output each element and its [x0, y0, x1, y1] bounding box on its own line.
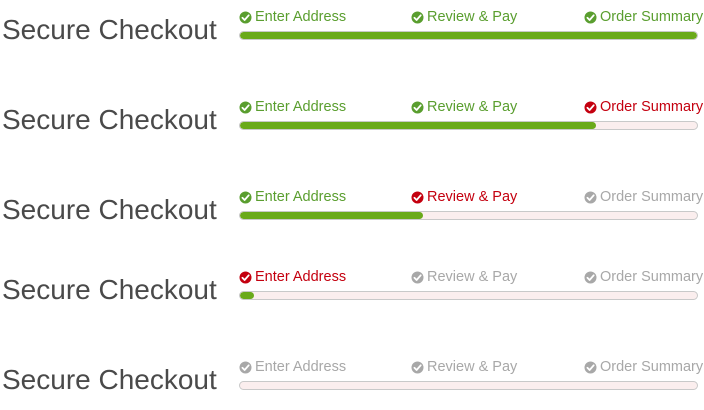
step-label: Review & Pay [427, 359, 518, 375]
step-enter-address: Enter Address [239, 359, 346, 375]
step-order-summary: Order Summary [584, 9, 703, 25]
step-label: Order Summary [600, 359, 704, 375]
step-enter-address: Enter Address [239, 269, 346, 285]
step-label: Enter Address [255, 359, 347, 375]
check-circle-icon [239, 271, 252, 284]
step-label: Enter Address [255, 269, 347, 285]
progress-fill [240, 32, 697, 39]
step-enter-address: Enter Address [239, 99, 346, 115]
check-circle-icon [584, 11, 597, 24]
checkout-progress-variant-1: Secure Checkout Enter Address Review & P… [0, 0, 704, 60]
check-circle-icon [411, 11, 424, 24]
progress-track [239, 381, 698, 390]
step-review-pay: Review & Pay [411, 99, 517, 115]
checkout-progress-variant-3: Secure Checkout Enter Address Review & P… [0, 180, 704, 240]
check-circle-icon [411, 271, 424, 284]
progress-track [239, 121, 698, 130]
step-label: Enter Address [255, 99, 347, 115]
progress-fill [240, 122, 597, 129]
check-circle-icon [584, 271, 597, 284]
step-label: Order Summary [600, 99, 704, 115]
step-label: Review & Pay [427, 99, 518, 115]
check-circle-icon [584, 361, 597, 374]
check-circle-icon [239, 361, 252, 374]
step-label: Review & Pay [427, 9, 518, 25]
page-title: Secure Checkout [2, 14, 217, 45]
page-title: Secure Checkout [2, 104, 217, 135]
step-review-pay: Review & Pay [411, 269, 517, 285]
page-title: Secure Checkout [2, 364, 217, 395]
check-circle-icon [411, 361, 424, 374]
step-order-summary: Order Summary [584, 99, 703, 115]
step-enter-address: Enter Address [239, 9, 346, 25]
step-order-summary: Order Summary [584, 189, 703, 205]
step-order-summary: Order Summary [584, 359, 703, 375]
progress-track [239, 31, 698, 40]
checkout-progress-variant-2: Secure Checkout Enter Address Review & P… [0, 90, 704, 150]
step-label: Order Summary [600, 269, 704, 285]
check-circle-icon [411, 101, 424, 114]
progress-fill [240, 292, 254, 299]
check-circle-icon [584, 101, 597, 114]
step-review-pay: Review & Pay [411, 359, 517, 375]
step-enter-address: Enter Address [239, 189, 346, 205]
step-review-pay: Review & Pay [411, 189, 517, 205]
progress-track [239, 211, 698, 220]
step-label: Review & Pay [427, 189, 518, 205]
step-label: Order Summary [600, 9, 704, 25]
step-label: Order Summary [600, 189, 704, 205]
check-circle-icon [411, 191, 424, 204]
check-circle-icon [239, 101, 252, 114]
step-label: Review & Pay [427, 269, 518, 285]
step-review-pay: Review & Pay [411, 9, 517, 25]
progress-track [239, 291, 698, 300]
progress-fill [240, 212, 423, 219]
step-label: Enter Address [255, 189, 347, 205]
page-title: Secure Checkout [2, 194, 217, 225]
checkout-progress-variant-5: Secure Checkout Enter Address Review & P… [0, 350, 704, 410]
step-order-summary: Order Summary [584, 269, 703, 285]
page-title: Secure Checkout [2, 274, 217, 305]
check-circle-icon [584, 191, 597, 204]
check-circle-icon [239, 191, 252, 204]
step-label: Enter Address [255, 9, 347, 25]
check-circle-icon [239, 11, 252, 24]
checkout-progress-variant-4: Secure Checkout Enter Address Review & P… [0, 260, 704, 320]
